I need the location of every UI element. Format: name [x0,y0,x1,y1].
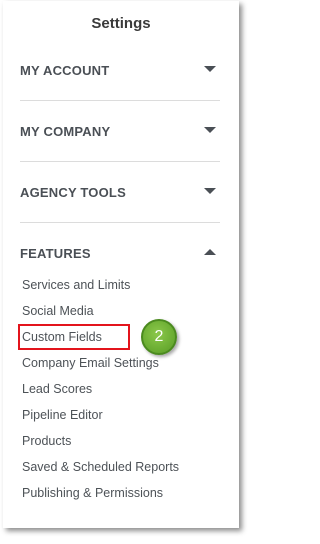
chevron-down-icon[interactable] [204,188,216,194]
feature-item-saved-scheduled-reports[interactable]: Saved & Scheduled Reports [22,460,179,474]
section-label-features: FEATURES [20,246,91,261]
feature-item-social-media[interactable]: Social Media [22,304,94,318]
chevron-down-icon[interactable] [204,66,216,72]
step-number-badge: 2 [141,319,177,355]
section-label-my-company: MY COMPANY [20,124,111,139]
section-my-account[interactable]: MY ACCOUNT [20,63,220,93]
section-label-my-account: MY ACCOUNT [20,63,110,78]
section-label-agency-tools: AGENCY TOOLS [20,185,126,200]
settings-panel: Settings MY ACCOUNT MY COMPANY AGENCY TO… [3,1,239,528]
feature-item-pipeline-editor[interactable]: Pipeline Editor [22,408,103,422]
feature-item-products[interactable]: Products [22,434,71,448]
divider [20,222,220,223]
chevron-up-icon[interactable] [204,249,216,255]
highlight-box [18,324,130,350]
panel-title: Settings [91,15,151,32]
feature-item-lead-scores[interactable]: Lead Scores [22,382,92,396]
divider [20,100,220,101]
feature-item-company-email-settings[interactable]: Company Email Settings [22,356,159,370]
chevron-down-icon[interactable] [204,127,216,133]
feature-item-services-and-limits[interactable]: Services and Limits [22,278,130,292]
feature-item-publishing-permissions[interactable]: Publishing & Permissions [22,486,163,500]
divider [20,161,220,162]
section-my-company[interactable]: MY COMPANY [20,124,220,154]
section-features[interactable]: FEATURES [20,246,220,276]
section-agency-tools[interactable]: AGENCY TOOLS [20,185,220,215]
